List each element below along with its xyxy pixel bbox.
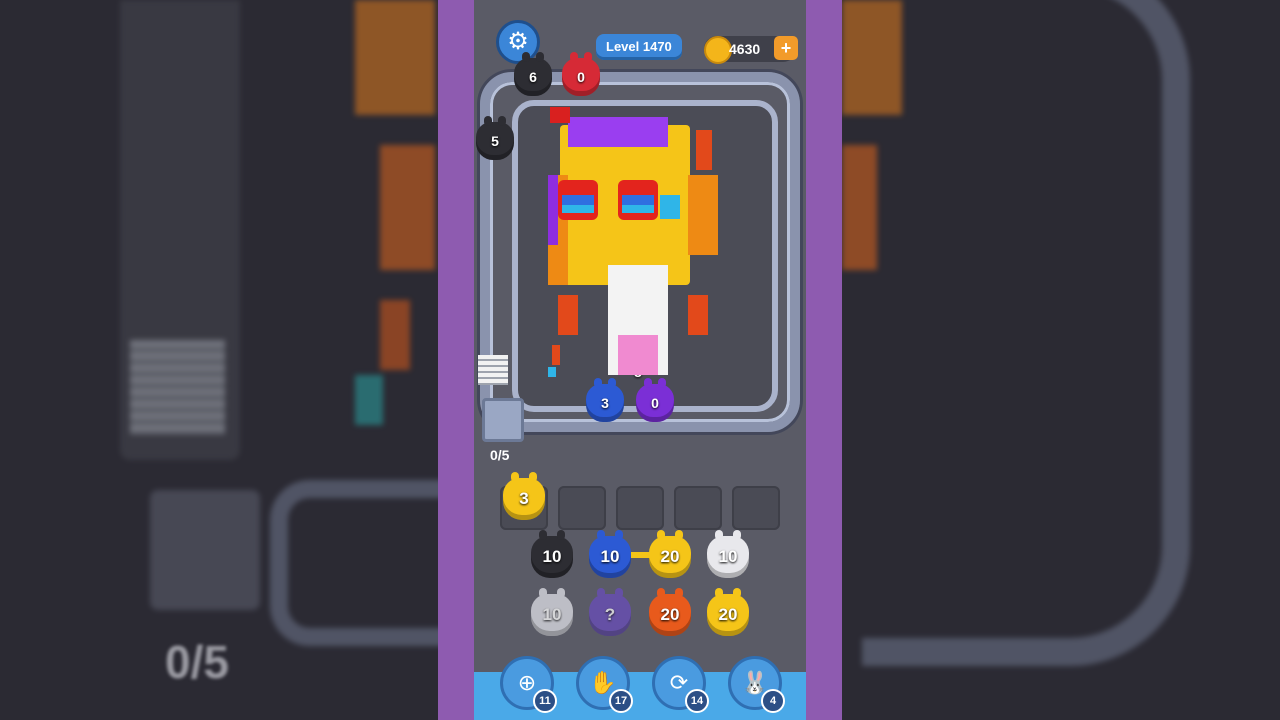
belt-entry-box [482, 398, 524, 442]
belt-progress: 0/5 [490, 447, 510, 463]
coin-icon [704, 36, 732, 64]
coin-counter: 4630 + [704, 36, 798, 64]
coin-amount: 4630 [729, 41, 761, 57]
tool-shuffle-button[interactable]: ⟳ 14 [652, 656, 709, 713]
tool-count: 14 [685, 689, 709, 713]
tool-hand-button[interactable]: ✋ 17 [576, 656, 633, 713]
blurred-pixels [355, 375, 383, 425]
side-left-progress: 0/5 [165, 636, 229, 688]
queue-slot-4[interactable] [674, 486, 722, 530]
blurred-pixels [380, 300, 410, 370]
belt-left-creature: 5 [476, 116, 514, 160]
stack-orange-creature[interactable]: 20 [649, 588, 691, 636]
tool-count: 11 [533, 689, 557, 713]
stack-yellow-creature-2[interactable]: 20 [707, 588, 749, 636]
stack-blue-creature[interactable]: 10 [589, 530, 631, 578]
add-slot-icon: ⊕ [517, 670, 537, 695]
add-coins-button[interactable]: + [774, 36, 798, 60]
queued-yellow-creature[interactable]: 3 [503, 472, 545, 520]
blurred-box [150, 490, 260, 610]
queue-slot-3[interactable] [616, 486, 664, 530]
belt-purple-creature: 0 [636, 378, 674, 422]
blurred-belt [862, 0, 1190, 666]
pixel-art-picture [548, 107, 718, 377]
game-screen: ⚙ Level 1470 4630 + 6 0 5 3 0 8 0/5 [474, 0, 806, 720]
purple-frame-left [438, 0, 474, 720]
tool-add-slot-button[interactable]: ⊕ 11 [500, 656, 557, 713]
belt-red-creature: 0 [562, 52, 600, 96]
tool-count: 17 [609, 689, 633, 713]
stack-mystery-creature[interactable]: ? [589, 588, 631, 636]
stack-white-creature-dim[interactable]: 10 [531, 588, 573, 636]
stack-black-creature[interactable]: 10 [531, 530, 573, 578]
gear-icon: ⚙ [507, 28, 529, 55]
left-blurred-background: 0/5 [0, 0, 438, 720]
belt-black-creature: 6 [514, 52, 552, 96]
purple-frame-right [806, 0, 842, 720]
level-badge: Level 1470 [596, 34, 682, 60]
blurred-pixels [380, 145, 435, 270]
tool-bunny-button[interactable]: 🐰 4 [728, 656, 785, 713]
belt-blue-creature: 3 [586, 378, 624, 422]
blurred-belt [270, 480, 438, 646]
stack-yellow-creature[interactable]: 20 [649, 530, 691, 578]
belt-stack-tray [478, 355, 508, 385]
tool-count: 4 [761, 689, 785, 713]
queue-slot-2[interactable] [558, 486, 606, 530]
blurred-stripes [130, 340, 225, 435]
shuffle-icon: ⟳ [669, 670, 689, 695]
link-connector [631, 552, 651, 558]
blurred-pixels [355, 0, 435, 115]
pixel-art-body [548, 107, 718, 377]
queue-slot-5[interactable] [732, 486, 780, 530]
stack-white-creature[interactable]: 10 [707, 530, 749, 578]
right-blurred-background [842, 0, 1280, 720]
